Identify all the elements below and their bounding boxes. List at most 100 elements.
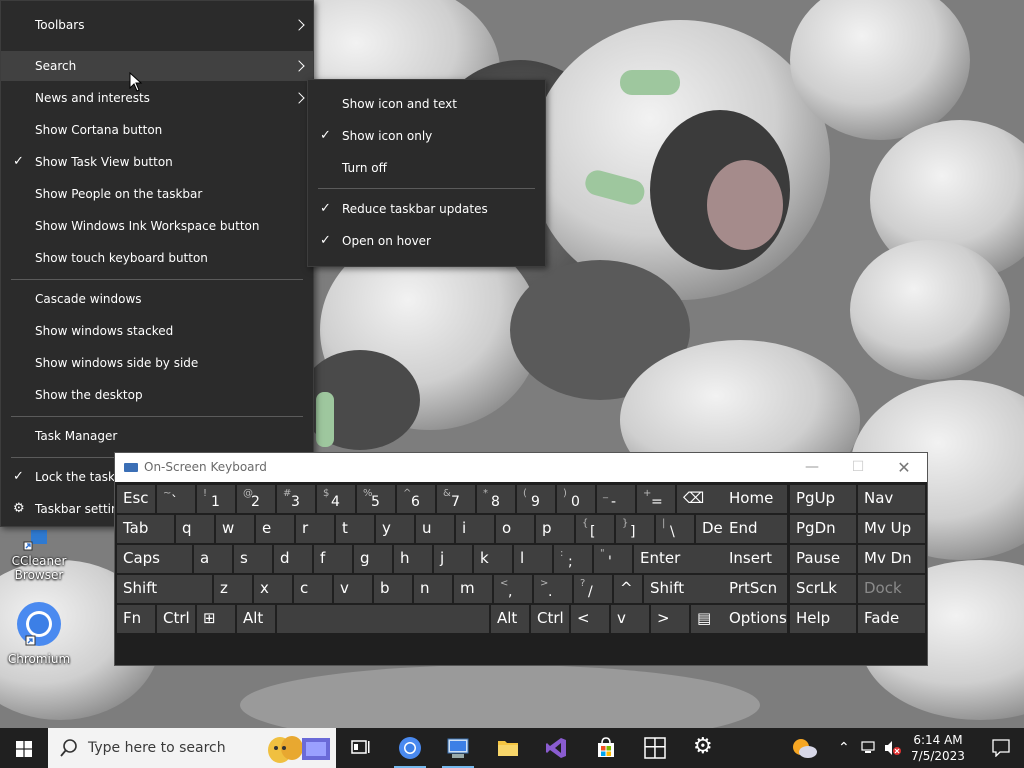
key-c[interactable]: c xyxy=(294,575,332,603)
taskbar-search-box[interactable]: Type here to search xyxy=(48,728,336,768)
key-ctrl[interactable]: Ctrl xyxy=(531,605,569,633)
key-mv-dn[interactable]: Mv Dn xyxy=(858,545,925,573)
key-u[interactable]: u xyxy=(416,515,454,543)
key-tab[interactable]: Tab xyxy=(117,515,174,543)
menu-item-show-windows-side-by-side[interactable]: Show windows side by side xyxy=(1,348,313,378)
key-symbol[interactable]: ~ ` xyxy=(157,485,195,513)
key-end[interactable]: End xyxy=(723,515,787,543)
key-shift[interactable]: Shift xyxy=(644,575,732,603)
key-2[interactable]: @2 xyxy=(237,485,275,513)
key-b[interactable]: b xyxy=(374,575,412,603)
menu-item-show-cortana-button[interactable]: Show Cortana button xyxy=(1,115,313,145)
key-3[interactable]: #3 xyxy=(277,485,315,513)
key-m[interactable]: m xyxy=(454,575,492,603)
submenu-item-open-on-hover[interactable]: ✓ Open on hover xyxy=(308,226,545,256)
key-h[interactable]: h xyxy=(394,545,432,573)
volume-muted-icon[interactable] xyxy=(884,740,902,756)
key-fn[interactable]: Fn xyxy=(117,605,155,633)
key-d[interactable]: d xyxy=(274,545,312,573)
taskbar-app-network[interactable] xyxy=(434,728,482,768)
key-y[interactable]: y xyxy=(376,515,414,543)
key-x[interactable]: x xyxy=(254,575,292,603)
network-icon[interactable] xyxy=(861,741,879,755)
key-1[interactable]: ! 1 xyxy=(197,485,235,513)
key-fade[interactable]: Fade xyxy=(858,605,925,633)
key-nav[interactable]: Nav xyxy=(858,485,925,513)
key-a[interactable]: a xyxy=(194,545,232,573)
submenu-item-turn-off[interactable]: Turn off xyxy=(308,153,545,183)
key-esc[interactable]: Esc xyxy=(117,485,155,513)
key-alt[interactable]: Alt xyxy=(237,605,275,633)
maximize-button[interactable]: ☐ xyxy=(835,453,881,482)
key-symbol[interactable]: ⊞ xyxy=(197,605,235,633)
key-symbol[interactable]: > xyxy=(651,605,689,633)
menu-item-cascade-windows[interactable]: Cascade windows xyxy=(1,284,313,314)
taskbar-app-windows[interactable] xyxy=(632,728,680,768)
submenu-item-show-icon-only[interactable]: ✓ Show icon only xyxy=(308,121,545,151)
key-options[interactable]: Options xyxy=(723,605,787,633)
key-i[interactable]: i xyxy=(456,515,494,543)
key-symbol[interactable]: }] xyxy=(616,515,654,543)
taskbar-app-chromium[interactable] xyxy=(386,728,434,768)
menu-item-show-windows-ink[interactable]: Show Windows Ink Workspace button xyxy=(1,211,313,241)
key-caps[interactable]: Caps xyxy=(117,545,192,573)
key-symbol[interactable]: <, xyxy=(494,575,532,603)
key-insert[interactable]: Insert xyxy=(723,545,787,573)
key-pause[interactable]: Pause xyxy=(790,545,856,573)
key-symbol[interactable]: + = xyxy=(637,485,675,513)
key-v[interactable]: v xyxy=(611,605,649,633)
key-w[interactable]: w xyxy=(216,515,254,543)
key-symbol[interactable]: _ - xyxy=(597,485,635,513)
submenu-item-reduce-taskbar-updates[interactable]: ✓ Reduce taskbar updates xyxy=(308,194,545,224)
menu-item-show-task-view-button[interactable]: ✓ Show Task View button xyxy=(1,147,313,177)
menu-item-show-the-desktop[interactable]: Show the desktop xyxy=(1,380,313,410)
key-pgup[interactable]: PgUp xyxy=(790,485,856,513)
taskbar-app-microsoft-store[interactable] xyxy=(582,728,630,768)
key-scrlk[interactable]: ScrLk xyxy=(790,575,856,603)
key-symbol[interactable]: < xyxy=(571,605,609,633)
key-4[interactable]: $4 xyxy=(317,485,355,513)
key-q[interactable]: q xyxy=(176,515,214,543)
key-0[interactable]: ) 0 xyxy=(557,485,595,513)
taskbar-app-file-explorer[interactable] xyxy=(484,728,532,768)
menu-item-task-manager[interactable]: Task Manager xyxy=(1,421,313,451)
taskbar-app-visual-studio[interactable] xyxy=(532,728,580,768)
key-f[interactable]: f xyxy=(314,545,352,573)
key-space[interactable] xyxy=(277,605,489,633)
key-z[interactable]: z xyxy=(214,575,252,603)
key-home[interactable]: Home xyxy=(723,485,787,513)
key-mv-up[interactable]: Mv Up xyxy=(858,515,925,543)
key-s[interactable]: s xyxy=(234,545,272,573)
key-symbol[interactable]: >. xyxy=(534,575,572,603)
menu-item-show-people[interactable]: Show People on the taskbar xyxy=(1,179,313,209)
key-p[interactable]: p xyxy=(536,515,574,543)
key-alt[interactable]: Alt xyxy=(491,605,529,633)
desktop-icon-ccleaner-browser[interactable]: CCleaner Browser xyxy=(4,530,74,582)
key-o[interactable]: o xyxy=(496,515,534,543)
submenu-item-show-icon-and-text[interactable]: Show icon and text xyxy=(308,89,545,119)
osk-titlebar[interactable]: On-Screen Keyboard — ☐ ✕ xyxy=(115,453,927,482)
key-dock[interactable]: Dock xyxy=(858,575,925,603)
menu-item-news-and-interests[interactable]: News and interests xyxy=(1,83,313,113)
key-7[interactable]: & 7 xyxy=(437,485,475,513)
key-prtscn[interactable]: PrtScn xyxy=(723,575,787,603)
menu-item-show-touch-keyboard[interactable]: Show touch keyboard button xyxy=(1,243,313,273)
key-j[interactable]: j xyxy=(434,545,472,573)
desktop-icon-chromium[interactable]: Chromium xyxy=(4,602,74,666)
minimize-button[interactable]: — xyxy=(789,453,835,482)
key-l[interactable]: l xyxy=(514,545,552,573)
chevron-up-icon[interactable]: ⌃ xyxy=(838,740,850,756)
taskbar-app-settings[interactable]: ⚙ xyxy=(680,728,728,768)
notifications-button[interactable] xyxy=(978,728,1024,768)
key-symbol[interactable]: :; xyxy=(554,545,592,573)
start-button[interactable] xyxy=(0,728,48,768)
key-g[interactable]: g xyxy=(354,545,392,573)
key-n[interactable]: n xyxy=(414,575,452,603)
menu-item-show-windows-stacked[interactable]: Show windows stacked xyxy=(1,316,313,346)
key-8[interactable]: * 8 xyxy=(477,485,515,513)
key-symbol[interactable]: {[ xyxy=(576,515,614,543)
menu-item-toolbars[interactable]: Toolbars xyxy=(1,10,313,40)
key-pgdn[interactable]: PgDn xyxy=(790,515,856,543)
task-view-button[interactable] xyxy=(336,728,384,768)
key-e[interactable]: e xyxy=(256,515,294,543)
